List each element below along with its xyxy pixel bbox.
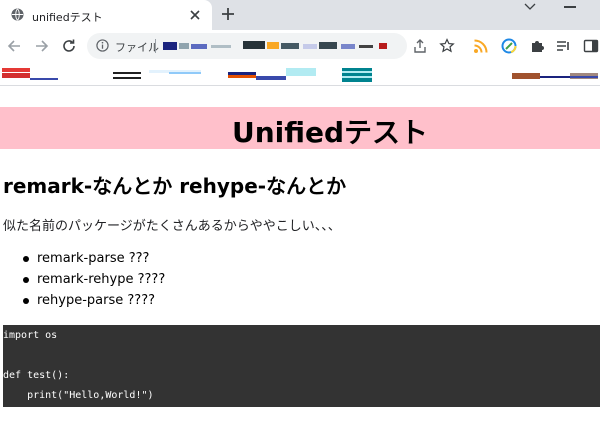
redacted-bookmark[interactable] (512, 68, 598, 82)
section-heading: remark-なんとか rehype-なんとか (3, 174, 347, 198)
rss-icon[interactable] (473, 38, 489, 54)
tab-strip: unifiedテスト (0, 0, 600, 30)
info-icon[interactable] (96, 39, 109, 52)
chevron-down-icon[interactable] (524, 2, 536, 12)
list-item: remark-rehype ???? (20, 269, 165, 290)
code-line: def test(): (3, 370, 70, 381)
list-item-text: remark-rehype ???? (37, 272, 166, 287)
file-scheme-label: ファイル (115, 41, 159, 54)
tab-unified[interactable]: unifiedテスト (0, 0, 212, 30)
intro-paragraph: 似た名前のパッケージがたくさんあるからややこしい、、、 (3, 219, 341, 234)
list-item-text: rehype-parse ???? (37, 293, 155, 308)
reload-icon[interactable] (61, 38, 77, 54)
list-item-text: remark-parse ??? (37, 251, 150, 266)
redacted-bookmark[interactable] (342, 68, 372, 82)
scheme-separator (155, 39, 156, 53)
title-banner: Unifiedテスト (0, 107, 600, 149)
bullet-icon (23, 298, 29, 304)
circle-check-icon[interactable] (501, 38, 517, 54)
list-item: rehype-parse ???? (20, 290, 165, 311)
package-list: remark-parse ??? remark-rehype ???? rehy… (20, 248, 165, 311)
bullet-icon (23, 256, 29, 262)
redacted-bookmark[interactable] (113, 68, 201, 82)
minimize-icon[interactable] (564, 6, 576, 8)
code-block: import os def test(): print("Hello,World… (3, 325, 600, 407)
redacted-bookmark[interactable] (2, 68, 58, 82)
globe-icon (11, 8, 24, 21)
redacted-url (163, 41, 387, 50)
plus-icon[interactable] (221, 7, 235, 21)
address-bar[interactable]: ファイル (87, 33, 407, 59)
arrow-right-icon[interactable] (34, 38, 50, 54)
puzzle-icon[interactable] (529, 38, 545, 54)
bullet-icon (23, 277, 29, 283)
share-icon[interactable] (412, 38, 428, 54)
side-panel-icon[interactable] (583, 38, 599, 54)
list-icon[interactable] (556, 38, 572, 54)
arrow-left-icon[interactable] (6, 38, 22, 54)
page-title: Unifiedテスト (231, 116, 429, 149)
browser-toolbar: ファイル (0, 30, 600, 62)
redacted-bookmark[interactable] (228, 68, 316, 82)
close-icon[interactable] (188, 8, 202, 22)
tab-title: unifiedテスト (32, 11, 103, 24)
bookmarks-bar (0, 62, 600, 86)
list-item: remark-parse ??? (20, 248, 165, 269)
star-icon[interactable] (439, 38, 455, 54)
code-line: import os (3, 330, 58, 341)
code-line: print("Hello,World!") (3, 390, 154, 401)
page-content: Unifiedテスト remark-なんとか rehype-なんとか 似た名前の… (0, 87, 600, 428)
